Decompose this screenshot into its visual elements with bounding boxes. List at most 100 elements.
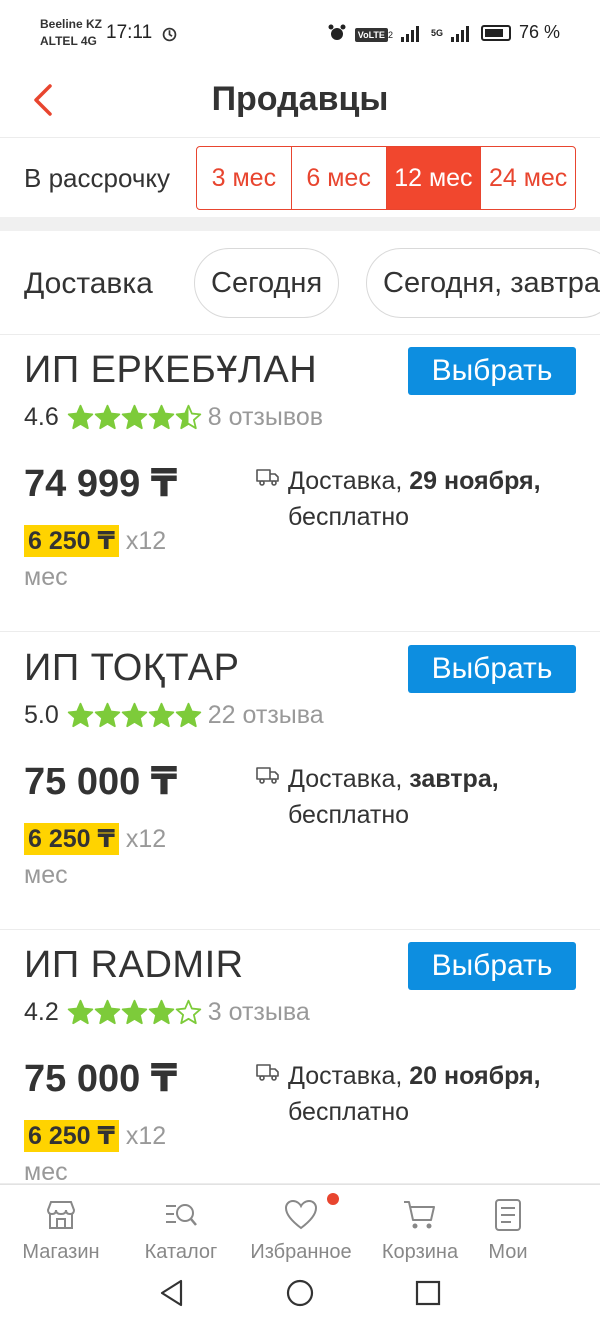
monthly-amount: 6 250 ₸ (24, 525, 119, 557)
catalog-icon (166, 1204, 197, 1226)
monthly-payment: 6 250 ₸ x12 мес (24, 1118, 194, 1190)
seller-name[interactable]: ИП RADMIR (24, 944, 244, 987)
delivery-cost: бесплатно (288, 801, 410, 829)
clock: 17:11 (106, 22, 153, 43)
nav-orders[interactable]: Мои (478, 1185, 538, 1267)
volte-sub: 2 (387, 30, 393, 40)
carrier-2: ALTEL 4G (40, 34, 97, 48)
star-icon (175, 999, 201, 1025)
delivery-cost: бесплатно (288, 503, 410, 531)
installment-selector: В рассрочку 3 мес 6 мес 12 мес 24 мес (0, 139, 600, 217)
reviews-count: 3 отзыва (207, 998, 310, 1026)
delivery-info: Доставка, завтра, бесплатно (256, 761, 586, 833)
star-icon (121, 999, 147, 1025)
select-seller-button[interactable]: Выбрать (408, 942, 576, 990)
system-navigation (0, 1266, 600, 1326)
reviews-count: 22 отзыва (207, 701, 324, 729)
price: 75 000 ₸ (24, 761, 178, 803)
seller-card: ИП ТОҚТАР Выбрать 5.0 22 отзыва 75 000 ₸… (0, 633, 600, 930)
chip-today[interactable]: Сегодня (194, 248, 340, 318)
star-icon (148, 404, 174, 430)
monthly-unit: мес (24, 861, 68, 889)
rating-stars (67, 702, 202, 729)
star-icon (94, 999, 120, 1025)
network-type: 5G (430, 27, 443, 38)
seller-name[interactable]: ИП ТОҚТАР (24, 647, 240, 690)
rating-row[interactable]: 4.2 3 отзыва (24, 998, 310, 1027)
star-icon (148, 702, 174, 728)
rating-row[interactable]: 4.6 8 отзывов (24, 403, 323, 432)
nav-catalog-label: Каталог (144, 1241, 218, 1263)
volte-badge: VoLTE (354, 28, 388, 42)
nav-favorites[interactable]: Избранное (240, 1185, 362, 1267)
star-icon (175, 404, 201, 430)
battery-percent: 76 % (518, 22, 560, 42)
page-title: Продавцы (211, 80, 389, 118)
star-icon (148, 999, 174, 1025)
star-icon (175, 702, 201, 728)
select-seller-button[interactable]: Выбрать (408, 347, 576, 395)
monthly-unit: мес (24, 1158, 68, 1186)
carrier-info: Beeline KZ ALTEL 4G (40, 16, 102, 50)
monthly-unit: мес (24, 563, 68, 591)
signal-2-icon (450, 25, 469, 42)
price: 74 999 ₸ (24, 463, 178, 505)
section-divider (0, 217, 600, 231)
rating-value: 4.2 (24, 998, 59, 1026)
nav-orders-label: Мои (488, 1241, 528, 1263)
nav-cart[interactable]: Корзина (372, 1185, 468, 1267)
monthly-payment: 6 250 ₸ x12 мес (24, 821, 194, 893)
delivery-info: Доставка, 29 ноября, бесплатно (256, 463, 586, 535)
status-icons: VoLTE 2 5G 76 % (327, 22, 560, 43)
star-icon (94, 404, 120, 430)
orders-icon (495, 1199, 521, 1231)
installment-option-12[interactable]: 12 мес (386, 147, 482, 209)
nav-catalog[interactable]: Каталог (132, 1185, 230, 1267)
truck-icon (256, 1064, 279, 1081)
rating-value: 4.6 (24, 403, 59, 431)
delivery-filter-label: Доставка (24, 267, 153, 300)
sync-icon (162, 27, 177, 42)
seller-name[interactable]: ИП ЕРКЕБҰЛАН (24, 349, 317, 392)
favorites-badge (327, 1193, 339, 1205)
star-icon (67, 702, 93, 728)
select-seller-button[interactable]: Выбрать (408, 645, 576, 693)
nav-favorites-label: Избранное (250, 1241, 352, 1263)
signal-icon (400, 25, 419, 42)
rating-stars (67, 404, 202, 431)
truck-icon (256, 767, 279, 784)
header: Продавцы (0, 66, 600, 138)
seller-card: ИП RADMIR Выбрать 4.2 3 отзыва 75 000 ₸ … (0, 930, 600, 1186)
delivery-date: 20 ноября, (409, 1062, 541, 1090)
delivery-cost: бесплатно (288, 1098, 410, 1126)
system-home-icon[interactable] (285, 1278, 315, 1308)
delivery-label: Доставка, (288, 1062, 403, 1090)
monthly-multiplier: x12 (125, 527, 167, 555)
installment-option-6[interactable]: 6 мес (292, 147, 387, 209)
heart-icon (284, 1199, 318, 1230)
shop-icon (46, 1201, 76, 1229)
reviews-count: 8 отзывов (207, 403, 324, 431)
monthly-payment: 6 250 ₸ x12 мес (24, 523, 194, 595)
price: 75 000 ₸ (24, 1058, 178, 1100)
nav-shop[interactable]: Магазин (12, 1185, 110, 1267)
star-icon (94, 702, 120, 728)
rating-stars (67, 999, 202, 1026)
battery-icon (480, 24, 511, 41)
installment-option-3[interactable]: 3 мес (197, 147, 292, 209)
installment-tabs: 3 мес 6 мес 12 мес 24 мес (196, 146, 576, 210)
star-icon (67, 999, 93, 1025)
system-recents-icon[interactable] (413, 1278, 443, 1308)
nav-shop-label: Магазин (22, 1241, 100, 1263)
delivery-info: Доставка, 20 ноября, бесплатно (256, 1058, 586, 1130)
system-back-icon[interactable] (157, 1278, 187, 1308)
star-icon (121, 404, 147, 430)
delivery-date: 29 ноября, (409, 467, 541, 495)
delivery-date: завтра, (409, 765, 499, 793)
seller-card: ИП ЕРКЕБҰЛАН Выбрать 4.6 8 отзывов 74 99… (0, 335, 600, 632)
status-bar: Beeline KZ ALTEL 4G 17:11 VoLTE 2 5G 76 % (0, 0, 600, 66)
installment-option-24[interactable]: 24 мес (481, 147, 575, 209)
cart-icon (404, 1201, 435, 1229)
rating-row[interactable]: 5.0 22 отзыва (24, 701, 324, 730)
chip-today-tomorrow[interactable]: Сегодня, завтра (366, 248, 600, 318)
